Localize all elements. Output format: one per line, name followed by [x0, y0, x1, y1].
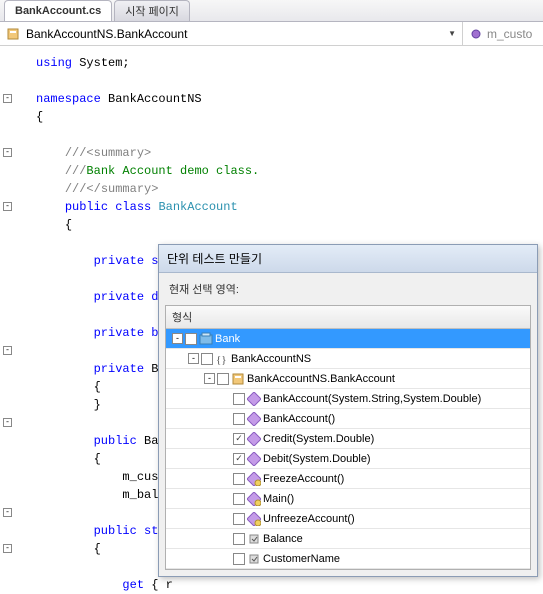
tree-checkbox[interactable]: [233, 473, 245, 485]
tree-row[interactable]: Main(): [166, 489, 530, 509]
fold-toggle[interactable]: -: [3, 94, 12, 103]
tree-checkbox[interactable]: [233, 513, 245, 525]
tree-row[interactable]: Balance: [166, 529, 530, 549]
tree-label: CustomerName: [263, 553, 340, 565]
chevron-down-icon: ▼: [448, 29, 456, 38]
assembly-icon: [199, 332, 213, 346]
tree-row[interactable]: Debit(System.Double): [166, 449, 530, 469]
method-priv-icon: [247, 512, 261, 526]
method-priv-icon: [247, 492, 261, 506]
method-icon: [247, 452, 261, 466]
expand-toggle[interactable]: -: [204, 373, 215, 384]
fold-toggle[interactable]: -: [3, 508, 12, 517]
method-icon: [247, 392, 261, 406]
tree-row[interactable]: BankAccount(): [166, 409, 530, 429]
fold-toggle[interactable]: -: [3, 202, 12, 211]
method-icon: [247, 432, 261, 446]
method-priv-icon: [247, 472, 261, 486]
tree-checkbox[interactable]: [201, 353, 213, 365]
class-icon: [231, 372, 245, 386]
class-dropdown[interactable]: BankAccountNS.BankAccount ▼: [0, 22, 463, 45]
type-tree-grid: 형식 - Bank - BankAccountNS - BankAccountNS.Ban…: [165, 305, 531, 570]
expand-toggle[interactable]: -: [172, 333, 183, 344]
field-icon: [469, 27, 483, 41]
property-icon: [247, 552, 261, 566]
tree-checkbox[interactable]: [233, 433, 245, 445]
tree-checkbox[interactable]: [233, 493, 245, 505]
fold-toggle[interactable]: -: [3, 418, 12, 427]
tree-checkbox[interactable]: [233, 553, 245, 565]
method-icon: [247, 412, 261, 426]
navigation-bar: BankAccountNS.BankAccount ▼ m_custo: [0, 22, 543, 46]
tree-label: Credit(System.Double): [263, 433, 374, 445]
tree-row[interactable]: - BankAccountNS.BankAccount: [166, 369, 530, 389]
tree-row[interactable]: BankAccount(System.String,System.Double): [166, 389, 530, 409]
tree-label: Balance: [263, 533, 303, 545]
type-tree[interactable]: - Bank - BankAccountNS - BankAccountNS.BankAc…: [166, 329, 530, 569]
tree-label: UnfreezeAccount(): [263, 513, 355, 525]
member-dropdown[interactable]: m_custo: [463, 22, 543, 45]
fold-toggle[interactable]: -: [3, 148, 12, 157]
tree-label: FreezeAccount(): [263, 473, 344, 485]
grid-header: 형식: [166, 306, 530, 329]
class-icon: [6, 27, 20, 41]
tree-checkbox[interactable]: [233, 453, 245, 465]
namespace-icon: [215, 352, 229, 366]
tree-row[interactable]: UnfreezeAccount(): [166, 509, 530, 529]
fold-toggle[interactable]: -: [3, 544, 12, 553]
tree-checkbox[interactable]: [233, 393, 245, 405]
property-icon: [247, 532, 261, 546]
tree-checkbox[interactable]: [233, 533, 245, 545]
fold-toggle[interactable]: -: [3, 346, 12, 355]
dialog-title: 단위 테스트 만들기: [159, 245, 537, 273]
tree-checkbox[interactable]: [185, 333, 197, 345]
tab-startpage[interactable]: 시작 페이지: [114, 0, 190, 21]
tree-checkbox[interactable]: [217, 373, 229, 385]
dialog-subtitle: 현재 선택 영역:: [159, 273, 537, 305]
tab-bankaccount[interactable]: BankAccount.cs: [4, 0, 112, 21]
tree-row[interactable]: Credit(System.Double): [166, 429, 530, 449]
tree-label: BankAccount(System.String,System.Double): [263, 393, 481, 405]
tree-label: Bank: [215, 333, 240, 345]
tree-label: Debit(System.Double): [263, 453, 371, 465]
expand-toggle[interactable]: -: [188, 353, 199, 364]
tree-row[interactable]: FreezeAccount(): [166, 469, 530, 489]
tree-label: BankAccount(): [263, 413, 335, 425]
tree-label: Main(): [263, 493, 294, 505]
tree-row[interactable]: CustomerName: [166, 549, 530, 569]
tab-strip: BankAccount.cs 시작 페이지: [0, 0, 543, 22]
tree-row[interactable]: - BankAccountNS: [166, 349, 530, 369]
create-unit-test-dialog: 단위 테스트 만들기 현재 선택 영역: 형식 - Bank - BankAccoun…: [158, 244, 538, 577]
tree-label: BankAccountNS: [231, 353, 311, 365]
tree-checkbox[interactable]: [233, 413, 245, 425]
tree-row[interactable]: - Bank: [166, 329, 530, 349]
tree-label: BankAccountNS.BankAccount: [247, 373, 395, 385]
